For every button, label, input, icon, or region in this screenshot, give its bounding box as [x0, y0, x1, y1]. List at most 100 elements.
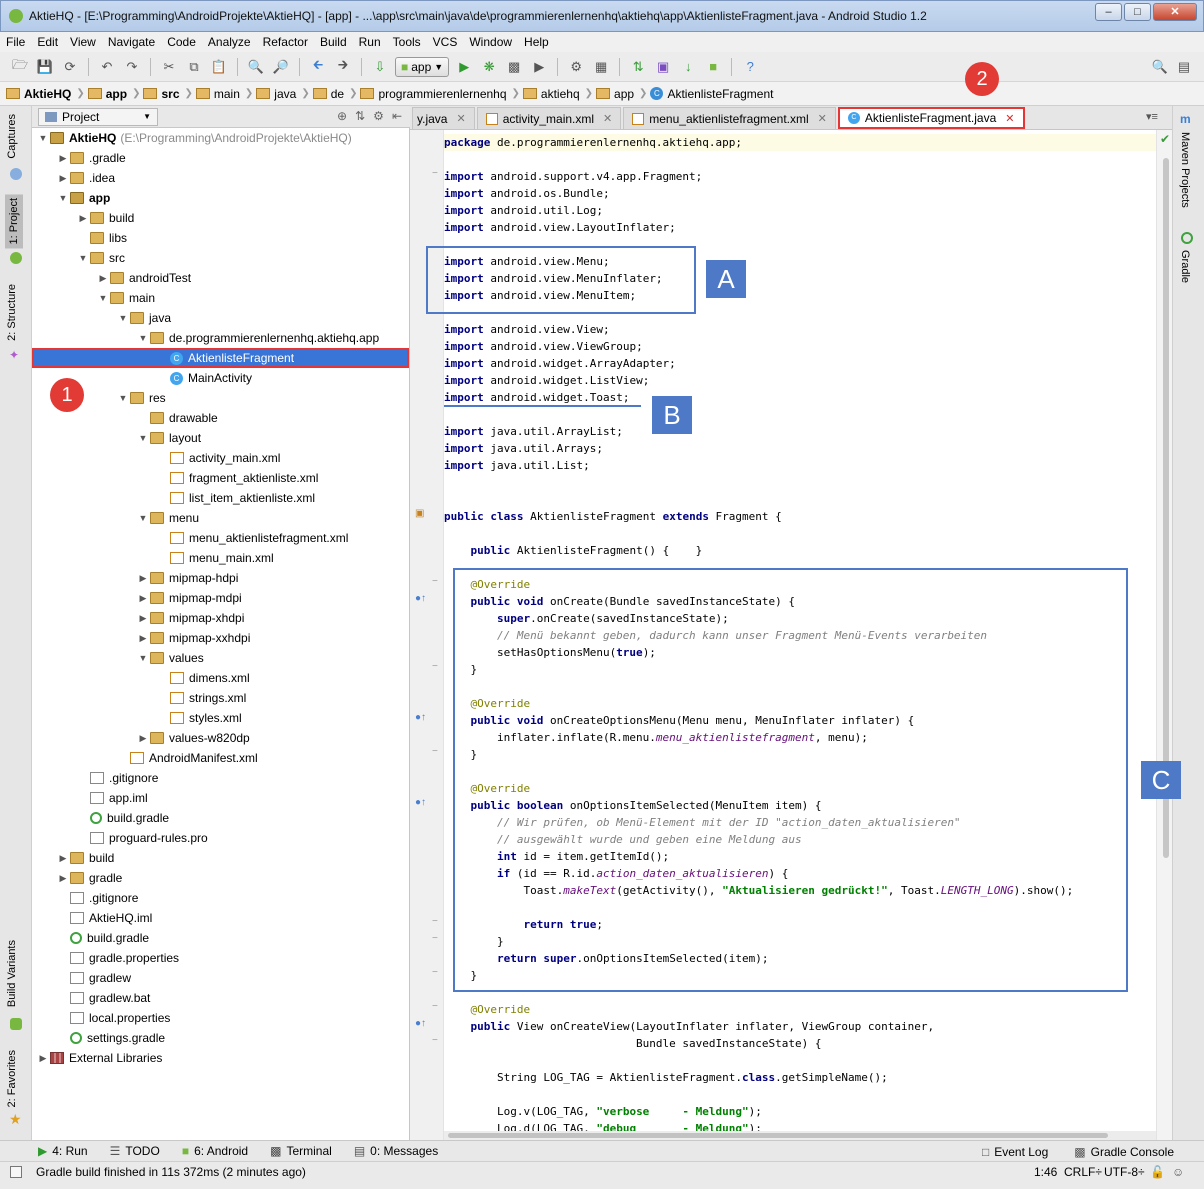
code-line[interactable]: import java.util.Arrays; — [444, 440, 603, 457]
gradle-tool-tab[interactable]: Gradle — [1179, 250, 1191, 283]
avd-manager-icon[interactable]: ▣ — [653, 57, 673, 77]
expanded-icon[interactable]: ▼ — [96, 293, 110, 303]
event-log-tool-tab[interactable]: □ Event Log — [982, 1145, 1048, 1159]
close-tab-icon[interactable]: ✕ — [1005, 112, 1014, 125]
tree-item[interactable]: ▼ app — [32, 188, 409, 208]
tree-item[interactable]: gradle.properties — [32, 948, 409, 968]
tree-item[interactable]: local.properties — [32, 1008, 409, 1028]
code-line[interactable]: Bundle savedInstanceState) { — [444, 1035, 821, 1052]
menu-vcs[interactable]: VCS — [433, 35, 458, 49]
tree-item[interactable]: build.gradle — [32, 928, 409, 948]
menu-help[interactable]: Help — [524, 35, 549, 49]
help-icon[interactable]: ? — [740, 57, 760, 77]
tree-item[interactable]: ▼ main — [32, 288, 409, 308]
minimize-button[interactable]: – — [1095, 3, 1122, 21]
tree-item[interactable]: ▼ menu — [32, 508, 409, 528]
breadcrumb-item[interactable]: app ❯ — [87, 87, 140, 101]
menu-view[interactable]: View — [70, 35, 96, 49]
gradle-sync-icon[interactable]: ⇅ — [628, 57, 648, 77]
collapsed-icon[interactable]: ▶ — [96, 273, 110, 284]
tree-item[interactable]: ▶ build — [32, 208, 409, 228]
sync-icon[interactable]: ⟳ — [60, 57, 80, 77]
code-line[interactable]: import android.os.Bundle; — [444, 185, 610, 202]
code-line[interactable]: @Override — [444, 1001, 530, 1018]
code-line[interactable]: import java.util.List; — [444, 457, 590, 474]
tree-item[interactable]: settings.gradle — [32, 1028, 409, 1048]
paste-icon[interactable]: 📋 — [209, 57, 229, 77]
tree-item[interactable]: ▶ mipmap-xxhdpi — [32, 628, 409, 648]
expanded-icon[interactable]: ▼ — [116, 313, 130, 323]
close-tab-icon[interactable]: ✕ — [456, 112, 465, 125]
scrollbar-thumb[interactable] — [1163, 158, 1169, 858]
tree-item[interactable]: strings.xml — [32, 688, 409, 708]
editor-horizontal-scrollbar[interactable] — [444, 1131, 1156, 1140]
close-tab-icon[interactable]: ✕ — [818, 112, 827, 125]
maven-projects-tool-tab[interactable]: Maven Projects — [1179, 132, 1191, 208]
code-line[interactable]: String LOG_TAG = AktienlisteFragment.cla… — [444, 1069, 888, 1086]
copy-icon[interactable]: ⧉ — [184, 57, 204, 77]
tree-item[interactable]: ▼ src — [32, 248, 409, 268]
build-variants-tool-tab[interactable]: Build Variants — [6, 940, 18, 1007]
tree-item[interactable]: activity_main.xml — [32, 448, 409, 468]
tree-item[interactable]: menu_main.xml — [32, 548, 409, 568]
tab-aktienlistefragment-java[interactable]: C AktienlisteFragment.java ✕ — [837, 107, 1025, 129]
override-marker-icon[interactable]: ●↑ — [415, 1018, 426, 1029]
find-icon[interactable]: 🔍 — [246, 57, 266, 77]
tree-item[interactable]: C MainActivity — [32, 368, 409, 388]
tree-item[interactable]: ▶ External Libraries — [32, 1048, 409, 1068]
layout-icon[interactable]: ▤ — [1174, 57, 1194, 77]
breadcrumb-item[interactable]: app ❯ — [596, 87, 647, 101]
terminal-tool-tab[interactable]: ▩ Terminal — [270, 1144, 332, 1158]
collapsed-icon[interactable]: ▶ — [136, 593, 150, 604]
hide-panel-icon[interactable]: ⇤ — [392, 109, 402, 123]
tree-item[interactable]: proguard-rules.pro — [32, 828, 409, 848]
menu-refactor[interactable]: Refactor — [263, 35, 308, 49]
code-line[interactable]: import android.widget.ArrayAdapter; — [444, 355, 676, 372]
code-line[interactable]: import android.util.Log; — [444, 202, 603, 219]
fold-icon[interactable]: − — [432, 576, 438, 587]
sdk-manager-icon[interactable]: ↓ — [678, 57, 698, 77]
collapsed-icon[interactable]: ▶ — [136, 733, 150, 744]
collapsed-icon[interactable]: ▶ — [56, 873, 70, 884]
breadcrumb-item[interactable]: src ❯ — [143, 87, 193, 101]
caret-position[interactable]: 1:46 — [1034, 1165, 1057, 1179]
code-line[interactable]: import android.view.ViewGroup; — [444, 338, 643, 355]
breadcrumb-item[interactable]: java ❯ — [256, 87, 310, 101]
structure-tool-tab[interactable]: 2: Structure — [6, 284, 18, 341]
collapsed-icon[interactable]: ▶ — [76, 213, 90, 224]
expanded-icon[interactable]: ▼ — [116, 393, 130, 403]
collapsed-icon[interactable]: ▶ — [56, 173, 70, 184]
class-marker-icon[interactable]: ▣ — [415, 508, 424, 519]
tree-item[interactable]: ▼ java — [32, 308, 409, 328]
collapsed-icon[interactable]: ▶ — [56, 853, 70, 864]
cut-icon[interactable]: ✂ — [159, 57, 179, 77]
messages-tool-tab[interactable]: ▤ 0: Messages — [354, 1144, 438, 1158]
tree-item[interactable]: AktieHQ.iml — [32, 908, 409, 928]
code-line[interactable]: public AktienlisteFragment() { } — [444, 542, 703, 559]
forward-icon[interactable]: 🡲 — [333, 57, 353, 77]
tree-item[interactable]: ▼ res — [32, 388, 409, 408]
fold-icon[interactable]: − — [432, 1035, 438, 1046]
tree-item[interactable]: ▶ build — [32, 848, 409, 868]
tree-item[interactable]: ▼ AktieHQ (E:\Programming\AndroidProjekte\… — [32, 128, 409, 148]
tree-item[interactable]: gradlew.bat — [32, 988, 409, 1008]
tree-item[interactable]: ▶ mipmap-hdpi — [32, 568, 409, 588]
tree-item[interactable]: ▶ mipmap-xhdpi — [32, 608, 409, 628]
code-line[interactable]: import java.util.ArrayList; — [444, 423, 623, 440]
tree-item[interactable]: ▶ gradle — [32, 868, 409, 888]
tree-item[interactable]: dimens.xml — [32, 668, 409, 688]
menu-file[interactable]: File — [6, 35, 25, 49]
tree-item[interactable]: build.gradle — [32, 808, 409, 828]
run-configuration-select[interactable]: ■ app ▼ — [395, 56, 450, 77]
code-line[interactable]: Log.v(LOG_TAG, "verbose - Meldung"); — [444, 1103, 762, 1120]
tree-item[interactable]: styles.xml — [32, 708, 409, 728]
tree-item[interactable]: C AktienlisteFragment — [32, 348, 409, 368]
code-line[interactable]: package de.programmierenlernenhq.aktiehq… — [444, 134, 1156, 151]
expanded-icon[interactable]: ▼ — [56, 193, 70, 203]
tree-item[interactable]: ▶ values-w820dp — [32, 728, 409, 748]
menu-analyze[interactable]: Analyze — [208, 35, 251, 49]
file-encoding[interactable]: UTF-8÷ — [1104, 1165, 1145, 1179]
expanded-icon[interactable]: ▼ — [136, 513, 150, 523]
tree-item[interactable]: .gitignore — [32, 768, 409, 788]
android-tool-tab[interactable]: ■ 6: Android — [182, 1144, 248, 1158]
